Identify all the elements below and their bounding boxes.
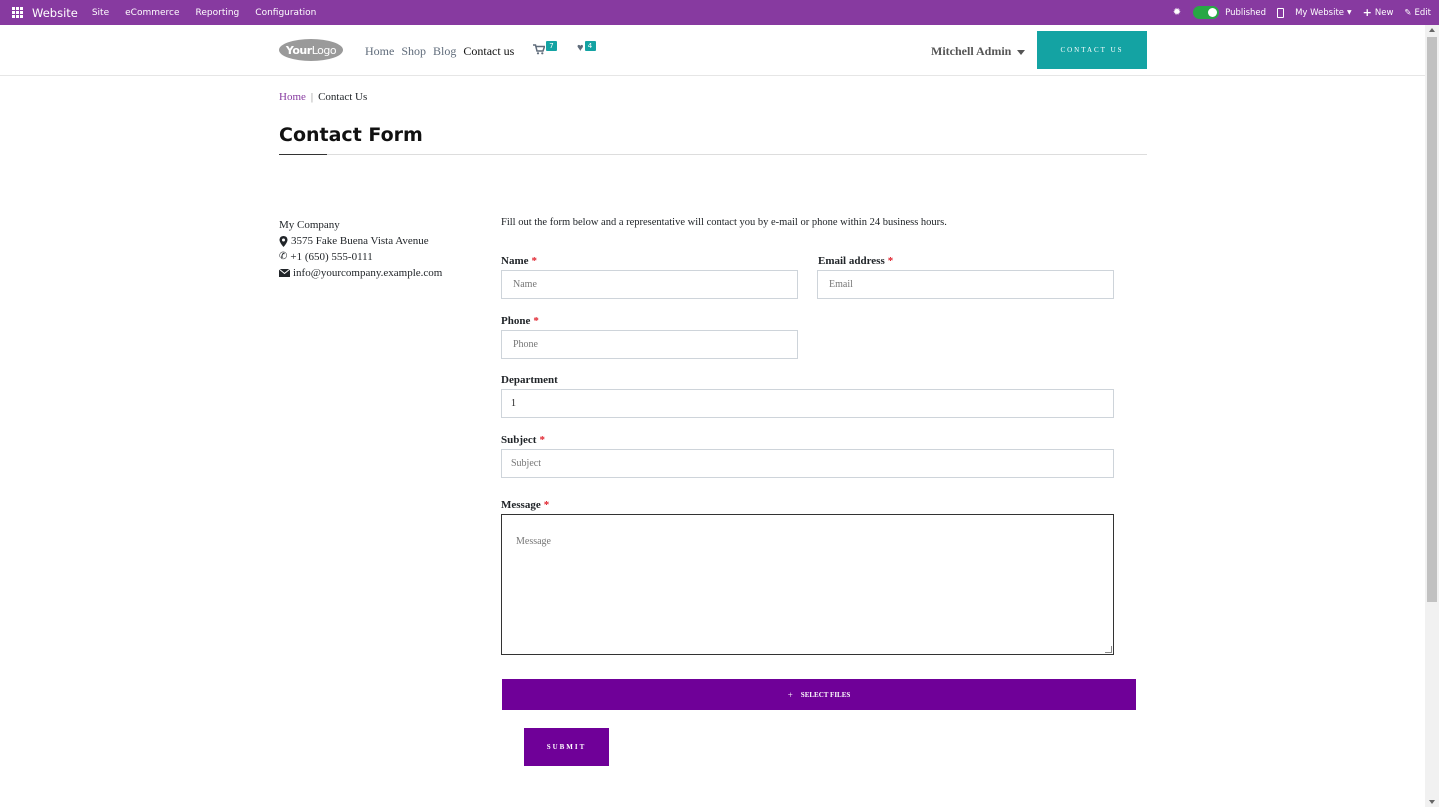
edit-label: Edit: [1414, 7, 1431, 18]
admin-menu-configuration[interactable]: Configuration: [255, 8, 316, 18]
page-title: Contact Form: [279, 124, 423, 146]
admin-menu-reporting[interactable]: Reporting: [196, 8, 240, 18]
required-marker: *: [539, 434, 545, 446]
plus-icon: +: [1362, 6, 1372, 19]
edit-button[interactable]: ✎ Edit: [1404, 8, 1431, 18]
phone-label: Phone *: [501, 315, 539, 327]
scrollbar-thumb[interactable]: [1427, 37, 1437, 602]
company-address: 3575 Fake Buena Vista Avenue: [291, 235, 429, 247]
email-label: Email address *: [818, 255, 893, 267]
department-label: Department: [501, 374, 558, 386]
heart-icon: ♥: [577, 42, 584, 54]
submit-button[interactable]: SUBMIT: [524, 728, 609, 766]
form-intro: Fill out the form below and a representa…: [501, 217, 947, 228]
caret-down-icon: [1017, 49, 1026, 55]
breadcrumb-home[interactable]: Home: [279, 91, 306, 103]
required-marker: *: [543, 499, 550, 511]
cart-count-badge: 7: [546, 41, 557, 51]
nav-home[interactable]: Home: [365, 44, 394, 59]
subject-input[interactable]: Subject: [501, 449, 1114, 478]
phone-input[interactable]: Phone: [501, 330, 798, 359]
contact-us-cta-button[interactable]: CONTACT US: [1037, 31, 1147, 69]
page-scrollbar[interactable]: [1425, 25, 1439, 807]
nav-contact-us[interactable]: Contact us: [463, 44, 514, 59]
department-label-text: Department: [501, 374, 558, 386]
company-info: My Company 3575 Fake Buena Vista Avenue …: [279, 217, 442, 281]
pencil-icon: ✎: [1404, 7, 1412, 18]
resize-handle[interactable]: [1105, 646, 1112, 653]
toggle-knob: [1208, 8, 1218, 17]
breadcrumb-separator: |: [310, 91, 314, 103]
message-textarea[interactable]: Message: [501, 514, 1114, 655]
logo-text-rest: Logo: [311, 43, 337, 57]
name-label-text: Name: [501, 255, 529, 267]
company-name: My Company: [279, 219, 340, 231]
name-label: Name *: [501, 255, 537, 267]
bug-icon[interactable]: ✹: [1173, 7, 1181, 18]
department-input[interactable]: 1: [501, 389, 1114, 418]
wishlist-link[interactable]: ♥ 4: [577, 41, 596, 54]
map-marker-icon: [279, 235, 288, 247]
mobile-preview-icon[interactable]: [1277, 7, 1285, 18]
scroll-up-icon[interactable]: [1429, 28, 1435, 32]
email-input[interactable]: Email: [817, 270, 1114, 299]
email-label-text: Email address: [818, 255, 885, 267]
company-phone[interactable]: +1 (650) 555-0111: [290, 249, 372, 265]
website-switcher[interactable]: My Website ▼: [1295, 8, 1352, 18]
scroll-down-icon[interactable]: [1429, 800, 1435, 804]
cart-icon: [533, 44, 545, 55]
cart-link[interactable]: 7: [533, 41, 557, 55]
message-label: Message *: [501, 499, 549, 511]
new-button[interactable]: + New: [1363, 6, 1394, 19]
subject-label: Subject *: [501, 434, 545, 446]
phone-icon: ✆: [279, 251, 288, 262]
publish-toggle[interactable]: [1193, 6, 1220, 19]
site-logo[interactable]: Your Logo: [279, 39, 343, 61]
company-email[interactable]: info@yourcompany.example.com: [293, 265, 442, 281]
phone-label-text: Phone: [501, 315, 531, 327]
envelope-icon: [279, 269, 290, 277]
admin-brand[interactable]: Website: [32, 6, 78, 20]
title-divider: [279, 154, 1147, 155]
wishlist-count-badge: 4: [584, 41, 596, 51]
website-switcher-label: My Website: [1295, 7, 1345, 18]
subject-label-text: Subject: [501, 434, 537, 446]
message-label-text: Message: [501, 499, 541, 511]
apps-grid-icon[interactable]: [12, 7, 23, 18]
admin-menu-ecommerce[interactable]: eCommerce: [125, 8, 179, 18]
admin-navbar: Website Site eCommerce Reporting Configu…: [0, 0, 1439, 25]
title-underline: [279, 154, 327, 155]
published-label[interactable]: Published: [1225, 8, 1266, 18]
breadcrumb-current: Contact Us: [318, 91, 368, 103]
site-header: Your Logo Home Shop Blog Contact us 7 ♥ 4…: [0, 25, 1425, 76]
select-files-button[interactable]: + SELECT FILES: [502, 679, 1136, 710]
user-menu[interactable]: Mitchell Admin: [931, 44, 1026, 59]
new-label: New: [1374, 7, 1394, 18]
required-marker: *: [533, 315, 539, 327]
name-input[interactable]: Name: [501, 270, 798, 299]
breadcrumb: Home | Contact Us: [279, 91, 367, 103]
user-name: Mitchell Admin: [931, 44, 1012, 58]
required-marker: *: [887, 255, 894, 267]
message-placeholder: Message: [516, 536, 551, 547]
main-nav: Home Shop Blog Contact us: [365, 44, 514, 59]
nav-shop[interactable]: Shop: [401, 44, 426, 59]
logo-text-bold: Your: [285, 43, 312, 57]
admin-menu-site[interactable]: Site: [92, 8, 109, 18]
required-marker: *: [531, 255, 538, 267]
plus-icon: +: [787, 689, 793, 700]
select-files-label: SELECT FILES: [800, 690, 851, 699]
nav-blog[interactable]: Blog: [433, 44, 456, 59]
